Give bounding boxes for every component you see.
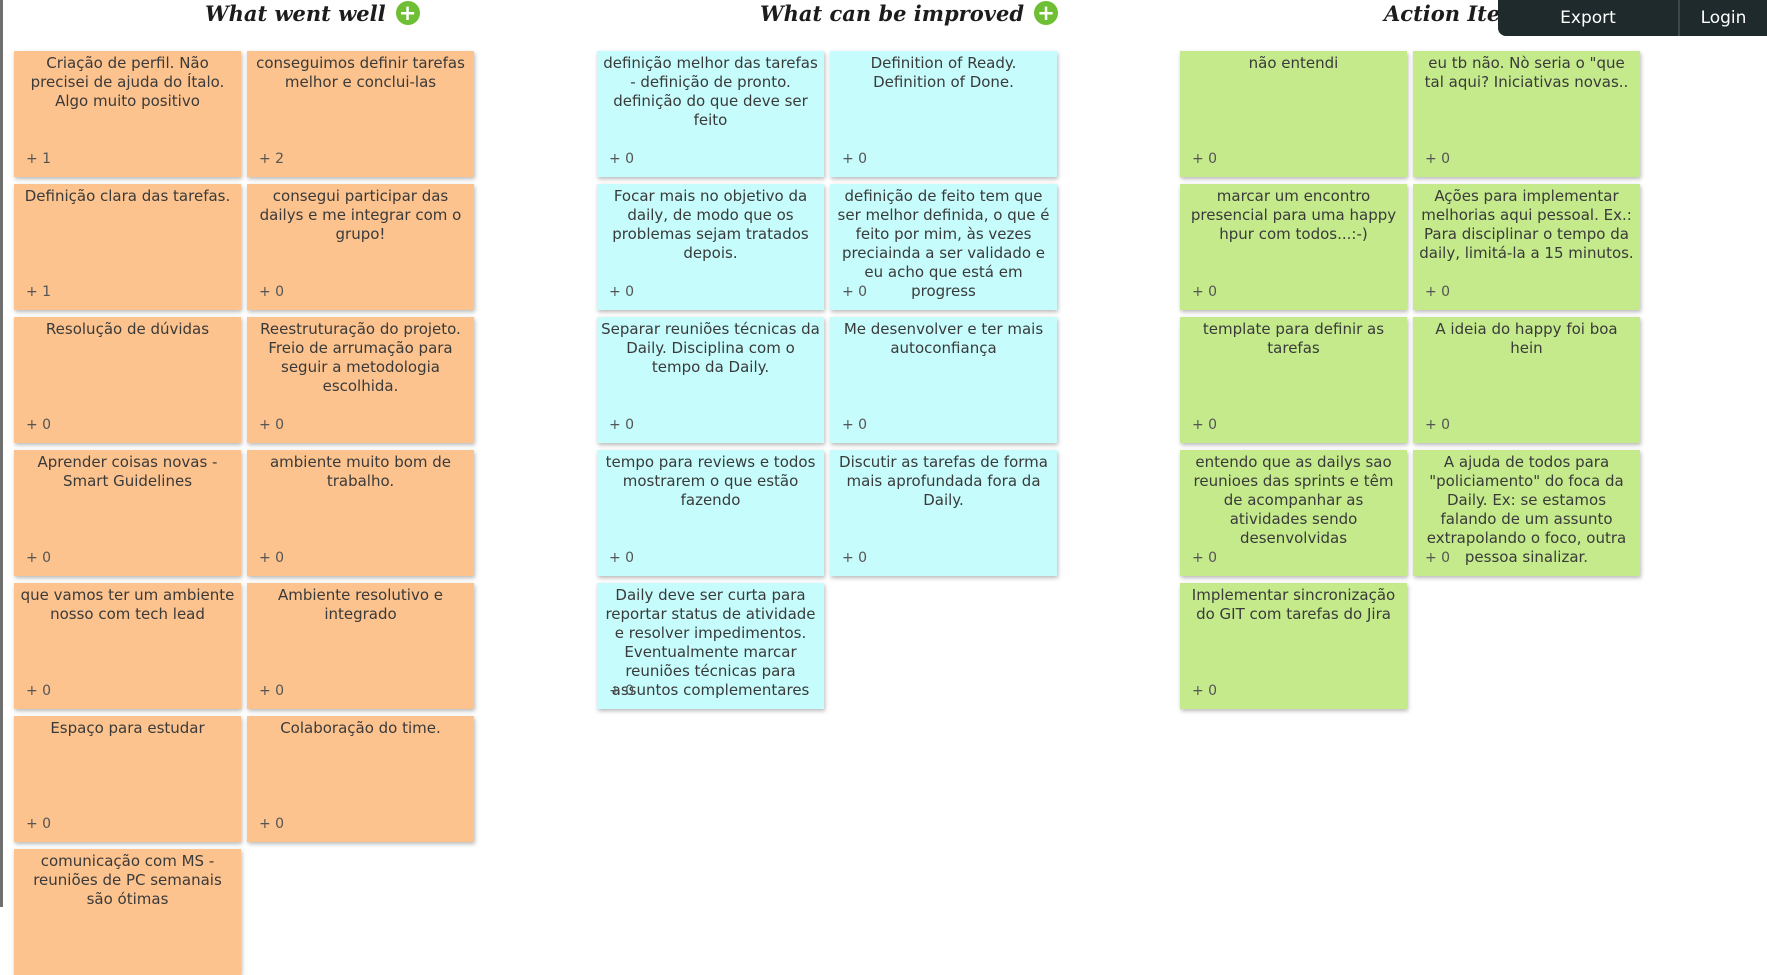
card-text: eu tb não. Nò seria o "que tal aqui? Ini… <box>1424 54 1629 91</box>
vote-count-button[interactable]: + 0 <box>1192 416 1217 435</box>
card-text: Ações para implementar melhorias aqui pe… <box>1419 187 1634 262</box>
vote-count-button[interactable]: + 0 <box>1192 549 1217 568</box>
card-text: Ambiente resolutivo e integrado <box>277 586 443 623</box>
sticky-card-improve[interactable]: tempo para reviews e todos mostrarem o q… <box>597 450 824 576</box>
column-header-improve: What can be improved + <box>760 0 1058 26</box>
card-text: Me desenvolver e ter mais autoconfiança <box>843 320 1044 357</box>
sticky-card-improve[interactable]: Definition of Ready. Definition of Done.… <box>830 51 1057 177</box>
column-title-improve: What can be improved <box>760 0 1024 26</box>
vote-count-button[interactable]: + 0 <box>259 283 284 302</box>
vote-count-button[interactable]: + 0 <box>26 815 51 834</box>
card-text: Definição clara das tarefas. <box>24 187 231 205</box>
vote-count-button[interactable]: + 0 <box>1192 283 1217 302</box>
card-text: marcar um encontro presencial para uma h… <box>1190 187 1397 243</box>
window-left-edge <box>0 0 3 907</box>
card-text: Focar mais no objetivo da daily, de modo… <box>612 187 809 262</box>
sticky-card-went-well[interactable]: Aprender coisas novas - Smart Guidelines… <box>14 450 241 576</box>
card-text: ambiente muito bom de trabalho. <box>269 453 452 490</box>
vote-count-button[interactable]: + 1 <box>26 283 51 302</box>
vote-count-button[interactable]: + 0 <box>842 549 867 568</box>
vote-count-button[interactable]: + 0 <box>259 416 284 435</box>
card-text: não entendi <box>1248 54 1339 72</box>
card-text: Resolução de dúvidas <box>45 320 210 338</box>
vote-count-button[interactable]: + 0 <box>609 682 634 701</box>
card-text: consegui participar das dailys e me inte… <box>259 187 462 243</box>
vote-count-button[interactable]: + 0 <box>609 549 634 568</box>
card-text: Espaço para estudar <box>50 719 205 737</box>
card-text: Discutir as tarefas de forma mais aprofu… <box>839 453 1048 509</box>
sticky-card-improve[interactable]: Discutir as tarefas de forma mais aprofu… <box>830 450 1057 576</box>
sticky-card-went-well[interactable]: Criação de perfil. Não precisei de ajuda… <box>14 51 241 177</box>
card-text: A ideia do happy foi boa hein <box>1435 320 1618 357</box>
sticky-card-went-well[interactable]: conseguimos definir tarefas melhor e con… <box>247 51 474 177</box>
sticky-card-went-well[interactable]: Reestruturação do projeto. Freio de arru… <box>247 317 474 443</box>
sticky-card-actions[interactable]: marcar um encontro presencial para uma h… <box>1180 184 1407 310</box>
sticky-card-improve[interactable]: definição melhor das tarefas - definição… <box>597 51 824 177</box>
vote-count-button[interactable]: + 0 <box>609 416 634 435</box>
column-title-went-well: What went well <box>205 0 386 26</box>
sticky-card-improve[interactable]: Separar reuniões técnicas da Daily. Disc… <box>597 317 824 443</box>
sticky-card-improve[interactable]: Daily deve ser curta para reportar statu… <box>597 583 824 709</box>
vote-count-button[interactable]: + 0 <box>1425 549 1450 568</box>
sticky-card-actions[interactable]: Ações para implementar melhorias aqui pe… <box>1413 184 1640 310</box>
sticky-card-actions[interactable]: template para definir as tarefas + 0 <box>1180 317 1407 443</box>
card-text: Colaboração do time. <box>280 719 441 737</box>
card-text: tempo para reviews e todos mostrarem o q… <box>605 453 816 509</box>
login-button[interactable]: Login <box>1680 8 1767 28</box>
card-text: entendo que as dailys sao reunioes das s… <box>1193 453 1394 547</box>
vote-count-button[interactable]: + 0 <box>842 416 867 435</box>
sticky-card-went-well[interactable]: comunicação com MS - reuniões de PC sema… <box>14 849 241 975</box>
sticky-card-went-well[interactable]: Resolução de dúvidas + 0 <box>14 317 241 443</box>
card-text: comunicação com MS - reuniões de PC sema… <box>33 852 222 908</box>
vote-count-button[interactable]: + 0 <box>1192 682 1217 701</box>
card-text: conseguimos definir tarefas melhor e con… <box>256 54 465 91</box>
sticky-card-went-well[interactable]: Colaboração do time. + 0 <box>247 716 474 842</box>
card-text: Definition of Ready. Definition of Done. <box>870 54 1017 91</box>
vote-count-button[interactable]: + 0 <box>842 150 867 169</box>
sticky-card-actions[interactable]: A ajuda de todos para "policiamento" do … <box>1413 450 1640 576</box>
vote-count-button[interactable]: + 0 <box>26 416 51 435</box>
sticky-card-actions[interactable]: não entendi + 0 <box>1180 51 1407 177</box>
vote-count-button[interactable]: + 1 <box>26 150 51 169</box>
card-text: Separar reuniões técnicas da Daily. Disc… <box>601 320 820 376</box>
vote-count-button[interactable]: + 0 <box>609 150 634 169</box>
sticky-card-went-well[interactable]: que vamos ter um ambiente nosso com tech… <box>14 583 241 709</box>
sticky-card-actions[interactable]: entendo que as dailys sao reunioes das s… <box>1180 450 1407 576</box>
card-text: Implementar sincronização do GIT com tar… <box>1191 586 1396 623</box>
sticky-card-actions[interactable]: Implementar sincronização do GIT com tar… <box>1180 583 1407 709</box>
sticky-card-actions[interactable]: eu tb não. Nò seria o "que tal aqui? Ini… <box>1413 51 1640 177</box>
card-text: Aprender coisas novas - Smart Guidelines <box>37 453 218 490</box>
sticky-card-improve[interactable]: definição de feito tem que ser melhor de… <box>830 184 1057 310</box>
export-button[interactable]: Export <box>1498 8 1678 28</box>
top-toolbar: Export Login <box>1498 0 1767 36</box>
vote-count-button[interactable]: + 0 <box>259 682 284 701</box>
column-header-went-well: What went well + <box>205 0 420 26</box>
card-text: Reestruturação do projeto. Freio de arru… <box>260 320 461 395</box>
vote-count-button[interactable]: + 0 <box>26 549 51 568</box>
sticky-card-went-well[interactable]: Ambiente resolutivo e integrado + 0 <box>247 583 474 709</box>
sticky-card-improve[interactable]: Focar mais no objetivo da daily, de modo… <box>597 184 824 310</box>
sticky-card-actions[interactable]: A ideia do happy foi boa hein + 0 <box>1413 317 1640 443</box>
sticky-card-went-well[interactable]: Espaço para estudar + 0 <box>14 716 241 842</box>
vote-count-button[interactable]: + 0 <box>1192 150 1217 169</box>
sticky-card-went-well[interactable]: consegui participar das dailys e me inte… <box>247 184 474 310</box>
card-text: definição melhor das tarefas - definição… <box>603 54 818 129</box>
vote-count-button[interactable]: + 0 <box>1425 150 1450 169</box>
sticky-card-went-well[interactable]: ambiente muito bom de trabalho. + 0 <box>247 450 474 576</box>
add-card-went-well-button[interactable]: + <box>395 1 420 25</box>
card-text: template para definir as tarefas <box>1202 320 1385 357</box>
vote-count-button[interactable]: + 0 <box>842 283 867 302</box>
vote-count-button[interactable]: + 0 <box>609 283 634 302</box>
vote-count-button[interactable]: + 2 <box>259 150 284 169</box>
vote-count-button[interactable]: + 0 <box>1425 283 1450 302</box>
vote-count-button[interactable]: + 0 <box>26 682 51 701</box>
vote-count-button[interactable]: + 0 <box>1425 416 1450 435</box>
sticky-card-went-well[interactable]: Definição clara das tarefas. + 1 <box>14 184 241 310</box>
vote-count-button[interactable]: + 0 <box>259 815 284 834</box>
vote-count-button[interactable]: + 0 <box>259 549 284 568</box>
add-card-improve-button[interactable]: + <box>1034 1 1058 25</box>
sticky-card-improve[interactable]: Me desenvolver e ter mais autoconfiança +… <box>830 317 1057 443</box>
card-text: Criação de perfil. Não precisei de ajuda… <box>30 54 225 110</box>
card-text: que vamos ter um ambiente nosso com tech… <box>20 586 235 623</box>
